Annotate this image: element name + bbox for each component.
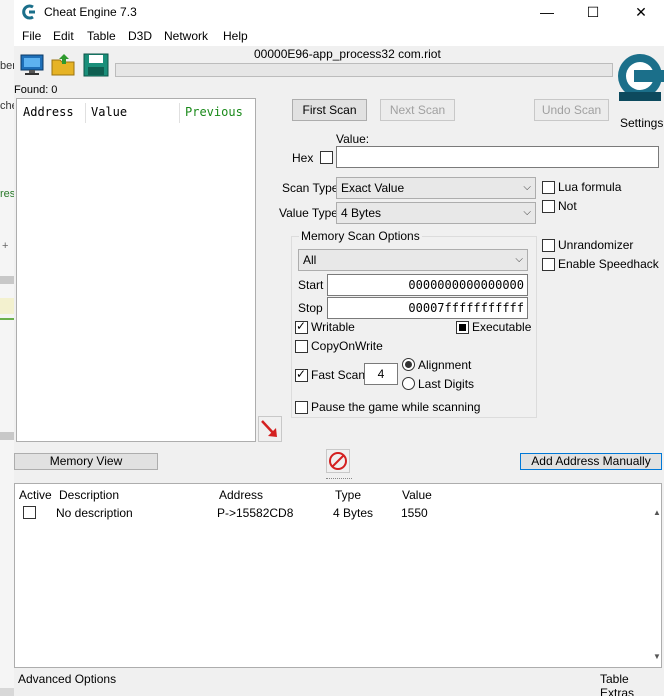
menu-network[interactable]: Network <box>164 29 208 43</box>
active-checkbox[interactable] <box>23 506 36 519</box>
scan-type-select[interactable]: Exact Value ⌵ <box>336 177 536 199</box>
executable-label: Executable <box>472 320 532 334</box>
process-name: 00000E96-app_process32 com.riot <box>254 47 441 61</box>
value-type-select[interactable]: 4 Bytes ⌵ <box>336 202 536 224</box>
address-table-scrollbar[interactable]: ▲ ▼ <box>649 504 661 662</box>
column-header-value[interactable]: Value <box>91 105 127 119</box>
close-button[interactable]: ✕ <box>618 0 664 26</box>
save-icon <box>83 53 109 77</box>
unrandomizer-label: Unrandomizer <box>558 238 634 252</box>
first-scan-button[interactable]: First Scan <box>292 99 367 121</box>
splitter-handle[interactable] <box>14 476 664 482</box>
table-extras-label[interactable]: Table Extras <box>600 672 664 696</box>
value-input[interactable] <box>336 146 659 168</box>
memory-scan-options-group: Memory Scan Options All ⌵ Start 00000000… <box>291 229 537 418</box>
title-bar[interactable]: Cheat Engine 7.3 — ☐ ✕ <box>14 0 664 26</box>
menu-help[interactable]: Help <box>223 29 248 43</box>
start-label: Start <box>298 278 324 292</box>
hex-label: Hex <box>292 151 314 165</box>
scan-results-list[interactable]: Address Value Previous <box>16 98 256 442</box>
enable-speedhack-checkbox[interactable] <box>542 258 555 271</box>
settings-button[interactable] <box>616 48 664 118</box>
open-folder-icon <box>51 54 75 76</box>
copy-on-write-checkbox[interactable] <box>295 340 308 353</box>
scan-type-value: Exact Value <box>341 181 405 195</box>
cheat-engine-window: Cheat Engine 7.3 — ☐ ✕ File Edit Table D… <box>14 0 664 696</box>
menu-d3d[interactable]: D3D <box>128 29 152 43</box>
writable-checkbox[interactable] <box>295 319 308 334</box>
background-window-edge: ber che res + <box>0 0 18 696</box>
undo-scan-button[interactable]: Undo Scan <box>534 99 609 121</box>
add-address-manually-button[interactable]: Add Address Manually <box>520 453 662 470</box>
enable-speedhack-label: Enable Speedhack <box>558 257 659 271</box>
background-text: res <box>0 188 16 200</box>
chevron-down-icon: ⌵ <box>523 207 531 218</box>
table-row <box>15 484 661 502</box>
menu-file[interactable]: File <box>22 29 41 43</box>
stop-icon <box>329 452 347 470</box>
row-type[interactable]: 4 Bytes <box>333 506 373 520</box>
stop-address-input[interactable]: 00007fffffffffff <box>327 297 528 319</box>
hex-checkbox[interactable] <box>320 151 333 164</box>
next-scan-button[interactable]: Next Scan <box>380 99 455 121</box>
value-label: Value: <box>336 132 370 146</box>
stop-label: Stop <box>298 301 323 315</box>
alignment-radio[interactable] <box>402 358 415 371</box>
select-process-button[interactable] <box>18 52 46 78</box>
start-address-input[interactable]: 0000000000000000 <box>327 274 528 296</box>
maximize-button[interactable]: ☐ <box>570 0 616 26</box>
menu-bar: File Edit Table D3D Network Help <box>14 26 664 46</box>
lua-formula-checkbox[interactable] <box>542 181 555 194</box>
menu-table[interactable]: Table <box>87 29 116 43</box>
pause-game-checkbox[interactable] <box>295 401 308 414</box>
save-button[interactable] <box>82 52 110 78</box>
row-address[interactable]: P->15582CD8 <box>217 506 293 520</box>
not-checkbox[interactable] <box>542 200 555 213</box>
memory-scan-options-legend: Memory Scan Options <box>299 229 422 243</box>
unrandomizer-checkbox[interactable] <box>542 239 555 252</box>
fast-scan-label: Fast Scan <box>311 368 366 382</box>
menu-edit[interactable]: Edit <box>53 29 74 43</box>
computer-icon <box>20 54 44 75</box>
cheat-engine-logo-icon <box>618 54 664 101</box>
address-table[interactable]: Active Description Address Type Value No… <box>14 483 662 668</box>
lua-formula-label: Lua formula <box>558 180 622 194</box>
last-digits-radio[interactable] <box>402 377 415 390</box>
value-type-label: Value Type <box>279 206 338 220</box>
window-title: Cheat Engine 7.3 <box>44 5 137 19</box>
column-header-previous[interactable]: Previous <box>185 105 243 119</box>
cheat-engine-logo-icon <box>22 4 35 20</box>
status-bar: Advanced Options Table Extras <box>14 670 664 696</box>
chevron-down-icon: ⌵ <box>523 182 531 193</box>
row-description[interactable]: No description <box>56 506 133 520</box>
writable-label: Writable <box>311 320 355 334</box>
advanced-options-label[interactable]: Advanced Options <box>18 672 116 686</box>
chevron-down-icon: ⌵ <box>515 254 523 265</box>
row-value[interactable]: 1550 <box>401 506 428 520</box>
memory-view-button[interactable]: Memory View <box>14 453 158 470</box>
scan-type-label: Scan Type <box>282 181 339 195</box>
value-type-value: 4 Bytes <box>341 206 382 220</box>
copy-on-write-label: CopyOnWrite <box>311 339 383 353</box>
executable-checkbox[interactable] <box>456 321 469 334</box>
not-label: Not <box>558 199 577 213</box>
last-digits-label: Last Digits <box>418 377 475 391</box>
background-text: + <box>2 240 9 252</box>
memory-region-select[interactable]: All ⌵ <box>298 249 528 271</box>
fast-scan-alignment-input[interactable]: 4 <box>364 363 398 385</box>
red-arrow-icon <box>261 420 277 437</box>
alignment-label: Alignment <box>418 358 472 372</box>
minimize-button[interactable]: — <box>524 0 570 26</box>
scan-progress-bar <box>115 63 613 77</box>
add-to-table-button[interactable] <box>258 416 282 442</box>
memory-region-value: All <box>303 253 317 267</box>
stop-scan-button[interactable] <box>326 449 350 473</box>
fast-scan-checkbox[interactable] <box>295 367 308 382</box>
open-file-button[interactable] <box>50 52 78 78</box>
pause-game-label: Pause the game while scanning <box>311 400 481 414</box>
found-count: Found: 0 <box>14 84 58 96</box>
column-header-address[interactable]: Address <box>23 105 74 119</box>
settings-label[interactable]: Settings <box>620 116 663 130</box>
